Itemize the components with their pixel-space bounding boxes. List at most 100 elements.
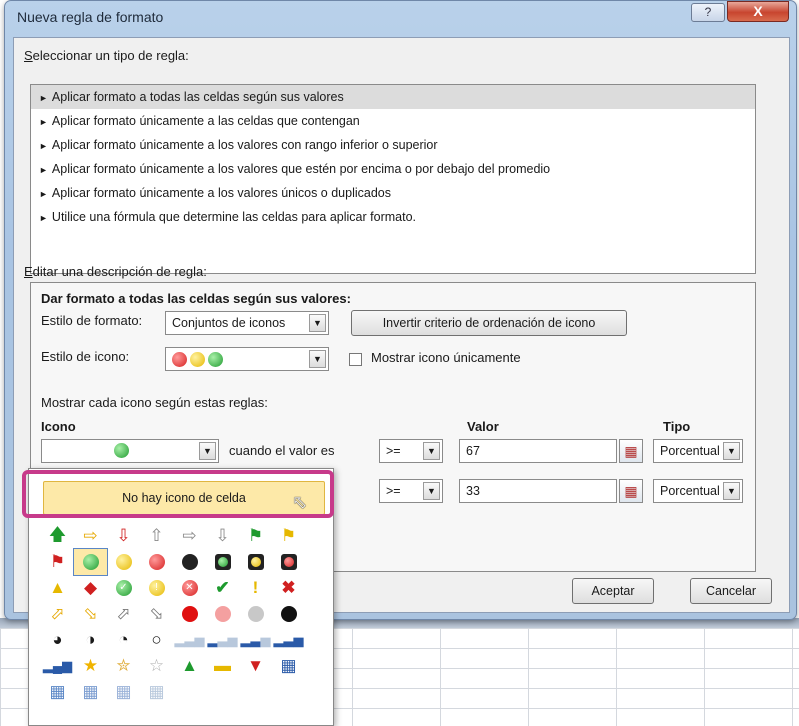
- description-heading: Dar formato a todas las celdas según sus…: [41, 291, 351, 306]
- arrow-up-green-icon[interactable]: 🡅: [41, 523, 74, 549]
- type-select-row-2[interactable]: Porcentual ▼: [653, 479, 743, 503]
- format-style-label: Estilo de formato:: [41, 313, 143, 328]
- circle-yellow-icon[interactable]: [107, 549, 140, 575]
- arrow-up-right-gray-icon[interactable]: ⬀: [107, 601, 140, 627]
- value-input-row-2[interactable]: 33: [459, 479, 617, 503]
- traffic-light-green-icon[interactable]: [206, 549, 239, 575]
- ok-button[interactable]: Aceptar: [572, 578, 654, 604]
- range-picker-icon[interactable]: ▦: [619, 479, 643, 503]
- reverse-icon-order-button[interactable]: Invertir criterio de ordenación de icono: [351, 310, 627, 336]
- boxes-3-icon[interactable]: ▦: [41, 679, 74, 705]
- type-select-row-1[interactable]: Porcentual ▼: [653, 439, 743, 463]
- icon-style-select[interactable]: ▼: [165, 347, 329, 371]
- boxes-0-icon[interactable]: ▦: [140, 679, 173, 705]
- chevron-down-icon: ▼: [309, 350, 326, 368]
- icon-style-label: Estilo de icono:: [41, 349, 130, 364]
- signal-bars-2-icon[interactable]: ▂ ▃▅: [206, 627, 239, 653]
- icon-palette-grid: 🡅 ⇨ ⇩ ⇧ ⇨ ⇩ ⚑ ⚑ ⚑ ▲ ◆ ✓ ! ✕ ✔ ! ✖ ⬀ ⬂ ⬀ …: [41, 523, 305, 705]
- traffic-light-red-icon[interactable]: [272, 549, 305, 575]
- signal-bars-full-icon[interactable]: ▂▄▆: [41, 653, 74, 679]
- rule-type-item[interactable]: ► Utilice una fórmula que determine las c…: [31, 205, 755, 229]
- boxes-1-icon[interactable]: ▦: [107, 679, 140, 705]
- boxes-4-icon[interactable]: ▦: [272, 653, 305, 679]
- x-circle-red-icon[interactable]: ✕: [173, 575, 206, 601]
- chevron-down-icon: ▼: [423, 442, 440, 460]
- rule-type-item[interactable]: ► Aplicar formato a todas las celdas segú…: [31, 85, 755, 109]
- chevron-down-icon: ▼: [423, 482, 440, 500]
- cancel-button[interactable]: Cancelar: [690, 578, 772, 604]
- dialog-title: Nueva regla de formato: [17, 9, 164, 25]
- rule-type-item[interactable]: ► Aplicar formato únicamente a los valore…: [31, 133, 755, 157]
- operator-select-row-1[interactable]: >= ▼: [379, 439, 443, 463]
- range-picker-icon[interactable]: ▦: [619, 439, 643, 463]
- circle-gray-icon[interactable]: [239, 601, 272, 627]
- format-style-select[interactable]: Conjuntos de iconos ▼: [165, 311, 329, 335]
- dash-yellow-icon[interactable]: ▬: [206, 653, 239, 679]
- arrow-right-icon: ►: [39, 141, 48, 151]
- rule-type-item[interactable]: ► Aplicar formato únicamente a los valore…: [31, 181, 755, 205]
- arrow-up-right-yellow-icon[interactable]: ⬀: [41, 601, 74, 627]
- arrow-down-right-yellow-icon[interactable]: ⬂: [74, 601, 107, 627]
- arrow-down-gray-icon[interactable]: ⇩: [206, 523, 239, 549]
- x-red-icon[interactable]: ✖: [272, 575, 305, 601]
- quarter-circle-icon[interactable]: ◕: [41, 627, 74, 653]
- flag-yellow-icon[interactable]: ⚑: [272, 523, 305, 549]
- circle-black-icon[interactable]: [173, 549, 206, 575]
- rule-type-item[interactable]: ► Aplicar formato únicamente a las celdas…: [31, 109, 755, 133]
- exclamation-yellow-icon[interactable]: !: [239, 575, 272, 601]
- circle-red-solid-icon[interactable]: [173, 601, 206, 627]
- arrow-up-gray-icon[interactable]: ⇧: [140, 523, 173, 549]
- star-empty-icon[interactable]: ☆: [140, 653, 173, 679]
- check-circle-green-icon[interactable]: ✓: [107, 575, 140, 601]
- help-button[interactable]: ?: [691, 3, 725, 22]
- exclamation-circle-yellow-icon[interactable]: !: [140, 575, 173, 601]
- signal-bars-1-icon[interactable]: ▂▃▅: [173, 627, 206, 653]
- chevron-down-icon: ▼: [723, 482, 740, 500]
- arrow-right-yellow-icon[interactable]: ⇨: [74, 523, 107, 549]
- star-gold-icon[interactable]: ★: [74, 653, 107, 679]
- circle-black-solid-icon[interactable]: [272, 601, 305, 627]
- traffic-light-yellow-icon[interactable]: [239, 549, 272, 575]
- operator-select-row-2[interactable]: >= ▼: [379, 479, 443, 503]
- edit-description-label: Editar una descripción de regla:: [24, 264, 207, 279]
- show-icon-only-checkbox[interactable]: [349, 353, 362, 366]
- circle-red-icon[interactable]: [140, 549, 173, 575]
- mouse-cursor-icon: ⬁: [292, 492, 308, 512]
- rule-type-item[interactable]: ► Aplicar formato únicamente a los valore…: [31, 157, 755, 181]
- empty-circle-icon[interactable]: ○: [140, 627, 173, 653]
- triangle-down-red-icon[interactable]: ▼: [239, 653, 272, 679]
- flag-green-icon[interactable]: ⚑: [239, 523, 272, 549]
- circle-yellow-icon: [190, 352, 205, 368]
- boxes-2-icon[interactable]: ▦: [74, 679, 107, 705]
- star-half-icon[interactable]: ✮: [107, 653, 140, 679]
- chevron-down-icon: ▼: [723, 442, 740, 460]
- rule-type-label: Seleccionar un tipo de regla:: [24, 48, 189, 63]
- chevron-down-icon: ▼: [309, 314, 326, 332]
- rules-label: Mostrar cada icono según estas reglas:: [41, 395, 268, 410]
- arrow-right-icon: ►: [39, 165, 48, 175]
- check-green-icon[interactable]: ✔: [206, 575, 239, 601]
- circle-green-icon: [208, 352, 223, 368]
- flag-red-icon[interactable]: ⚑: [41, 549, 74, 575]
- signal-bars-3-icon[interactable]: ▂▃ ▅: [239, 627, 272, 653]
- close-button[interactable]: X: [727, 1, 789, 22]
- triangle-yellow-icon[interactable]: ▲: [41, 575, 74, 601]
- rule-type-list[interactable]: ► Aplicar formato a todas las celdas segú…: [30, 84, 756, 274]
- circle-pink-icon[interactable]: [206, 601, 239, 627]
- signal-bars-4-icon[interactable]: ▂▃▅: [272, 627, 305, 653]
- icon-select-row-1[interactable]: ▼: [41, 439, 219, 463]
- three-quarter-circle-icon[interactable]: ◔: [107, 627, 140, 653]
- arrow-down-right-gray-icon[interactable]: ⬂: [140, 601, 173, 627]
- value-input-row-1[interactable]: 67: [459, 439, 617, 463]
- arrow-right-icon: ►: [39, 117, 48, 127]
- chevron-down-icon: ▼: [199, 442, 216, 460]
- circle-red-icon: [172, 352, 187, 368]
- arrow-down-red-icon[interactable]: ⇩: [107, 523, 140, 549]
- icon-column-header: Icono: [41, 419, 76, 434]
- when-value-is-label: cuando el valor es: [229, 443, 335, 458]
- triangle-up-green-icon[interactable]: ▲: [173, 653, 206, 679]
- diamond-red-icon[interactable]: ◆: [74, 575, 107, 601]
- arrow-right-gray-icon[interactable]: ⇨: [173, 523, 206, 549]
- circle-green-icon[interactable]: [73, 548, 108, 576]
- half-circle-icon[interactable]: ◑: [74, 627, 107, 653]
